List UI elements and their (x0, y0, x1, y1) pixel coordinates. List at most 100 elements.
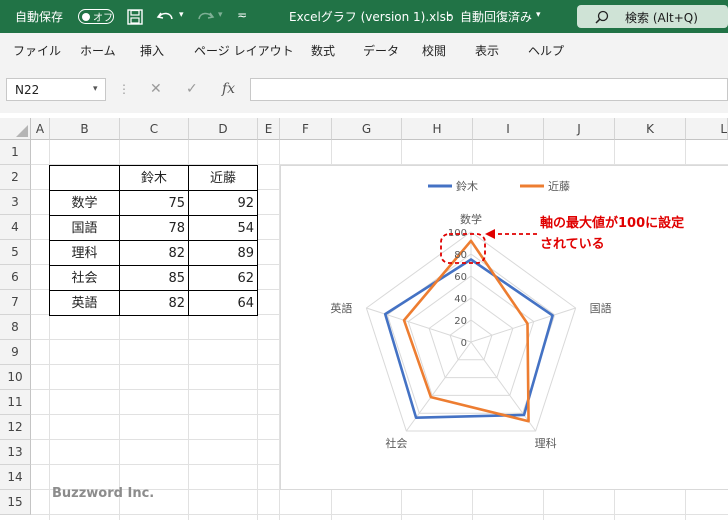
col-header-d[interactable]: D (189, 118, 258, 140)
table-cell[interactable]: 92 (189, 191, 254, 216)
col-header-k[interactable]: K (615, 118, 686, 140)
tab-home[interactable]: ホーム (80, 42, 116, 59)
name-box-value: N22 (15, 83, 40, 97)
save-icon[interactable] (127, 9, 143, 25)
customize-qat-icon[interactable]: ≂ (237, 8, 247, 22)
save-status-dropdown-icon[interactable]: ▾ (536, 10, 541, 20)
file-name: Excelグラフ (version 1).xlsb (289, 10, 454, 24)
col-header-g[interactable]: G (332, 118, 402, 140)
formula-input[interactable] (250, 78, 728, 101)
autosave-toggle[interactable]: オフ (78, 9, 114, 24)
annotation-arrow-head (485, 229, 495, 239)
col-header-c[interactable]: C (120, 118, 189, 140)
row-header-12[interactable]: 12 (0, 415, 31, 440)
axis-tick-label: 0 (461, 338, 467, 349)
col-header-l[interactable]: L (686, 118, 728, 140)
category-label: 数学 (460, 212, 482, 226)
watermark: Buzzword Inc. (52, 486, 155, 501)
radar-spoke (470, 341, 537, 432)
category-label: 理科 (535, 436, 557, 450)
category-label: 国語 (590, 301, 612, 315)
row-header-7[interactable]: 7 (0, 290, 31, 315)
undo-icon[interactable] (156, 8, 176, 26)
col-header-i[interactable]: I (473, 118, 544, 140)
table-cell[interactable]: 82 (120, 241, 185, 266)
table-cell[interactable]: 85 (120, 266, 185, 291)
cancel-icon[interactable]: ✕ (150, 81, 162, 97)
autosave-state: オフ (93, 13, 113, 24)
tab-review[interactable]: 校閲 (422, 42, 446, 59)
search-label: 検索 (Alt+Q) (625, 11, 698, 25)
table-cell[interactable]: 数学 (50, 191, 119, 216)
col-header-a[interactable]: A (31, 118, 50, 140)
toggle-knob (82, 12, 90, 21)
enter-icon[interactable]: ✓ (186, 81, 198, 97)
title-bar: 自動保存 オフ ▾ ▾ ≂ Excelグラフ (version 1).xlsb … (0, 0, 728, 33)
table-cell[interactable]: 社会 (50, 266, 119, 291)
col-header-e[interactable]: E (258, 118, 280, 140)
more-icon: ⋮ (118, 82, 130, 96)
select-all-corner[interactable] (0, 118, 31, 140)
table-cell[interactable]: 54 (189, 216, 254, 241)
title-separator: - (447, 8, 452, 22)
tab-data[interactable]: データ (363, 42, 399, 59)
row-header-14[interactable]: 14 (0, 465, 31, 490)
row-header-6[interactable]: 6 (0, 265, 31, 290)
table-cell[interactable]: 82 (120, 291, 185, 316)
search-icon (595, 10, 609, 24)
table-header-cell[interactable]: 近藤 (189, 166, 257, 191)
row-header-1[interactable]: 1 (0, 140, 31, 165)
tab-file[interactable]: ファイル (13, 42, 61, 59)
row-header-9[interactable]: 9 (0, 340, 31, 365)
row-header-15[interactable]: 15 (0, 490, 31, 515)
row-header-3[interactable]: 3 (0, 190, 31, 215)
row-header-5[interactable]: 5 (0, 240, 31, 265)
axis-tick-label: 80 (454, 250, 467, 261)
insert-function-icon[interactable]: fx (222, 81, 235, 97)
tab-view[interactable]: 表示 (475, 42, 499, 59)
table-cell[interactable]: 75 (120, 191, 185, 216)
table-border (257, 165, 258, 316)
table-cell[interactable]: 62 (189, 266, 254, 291)
table-cell[interactable]: 国語 (50, 216, 119, 241)
table-cell[interactable]: 78 (120, 216, 185, 241)
tab-insert[interactable]: 挿入 (140, 42, 164, 59)
legend-label: 鈴木 (456, 179, 478, 193)
row-header-2[interactable]: 2 (0, 165, 31, 190)
annotation-text-line1: 軸の最大値が100に設定 (540, 216, 685, 231)
category-label: 社会 (385, 436, 407, 450)
axis-tick-label: 20 (454, 316, 467, 327)
name-box-dropdown-icon[interactable]: ▾ (93, 84, 98, 94)
tab-help[interactable]: ヘルプ (528, 42, 564, 59)
save-status[interactable]: 自動回復済み (460, 8, 532, 25)
col-header-b[interactable]: B (50, 118, 120, 140)
row-header-4[interactable]: 4 (0, 215, 31, 240)
row-header-11[interactable]: 11 (0, 390, 31, 415)
name-box[interactable]: N22 ▾ (6, 78, 106, 101)
table-cell[interactable]: 89 (189, 241, 254, 266)
col-header-j[interactable]: J (544, 118, 615, 140)
autosave-label: 自動保存 (15, 10, 64, 24)
redo-dropdown-icon[interactable]: ▾ (218, 10, 223, 20)
formula-bar: N22 ▾ ⋮ ✕ ✓ fx (0, 65, 728, 113)
col-header-h[interactable]: H (402, 118, 473, 140)
tab-formulas[interactable]: 数式 (311, 42, 335, 59)
table-cell[interactable]: 英語 (50, 291, 119, 316)
axis-tick-label: 60 (454, 272, 467, 283)
table-header-cell[interactable]: 鈴木 (120, 166, 188, 191)
tab-page-layout[interactable]: ページ レイアウト (194, 42, 294, 59)
legend-label: 近藤 (548, 180, 570, 193)
row-header-10[interactable]: 10 (0, 365, 31, 390)
table-cell[interactable]: 64 (189, 291, 254, 316)
gridline (31, 514, 728, 515)
row-header-13[interactable]: 13 (0, 440, 31, 465)
select-all-icon (16, 125, 28, 137)
table-cell[interactable]: 理科 (50, 241, 119, 266)
row-header-8[interactable]: 8 (0, 315, 31, 340)
col-header-f[interactable]: F (280, 118, 332, 140)
redo-icon[interactable] (195, 8, 215, 26)
annotation-text-line2: されている (540, 237, 605, 252)
ribbon-tabs: ファイル ホーム 挿入 ページ レイアウト 数式 データ 校閲 表示 ヘルプ (0, 33, 728, 65)
search-box[interactable]: 検索 (Alt+Q) (577, 5, 728, 28)
undo-dropdown-icon[interactable]: ▾ (179, 10, 184, 20)
